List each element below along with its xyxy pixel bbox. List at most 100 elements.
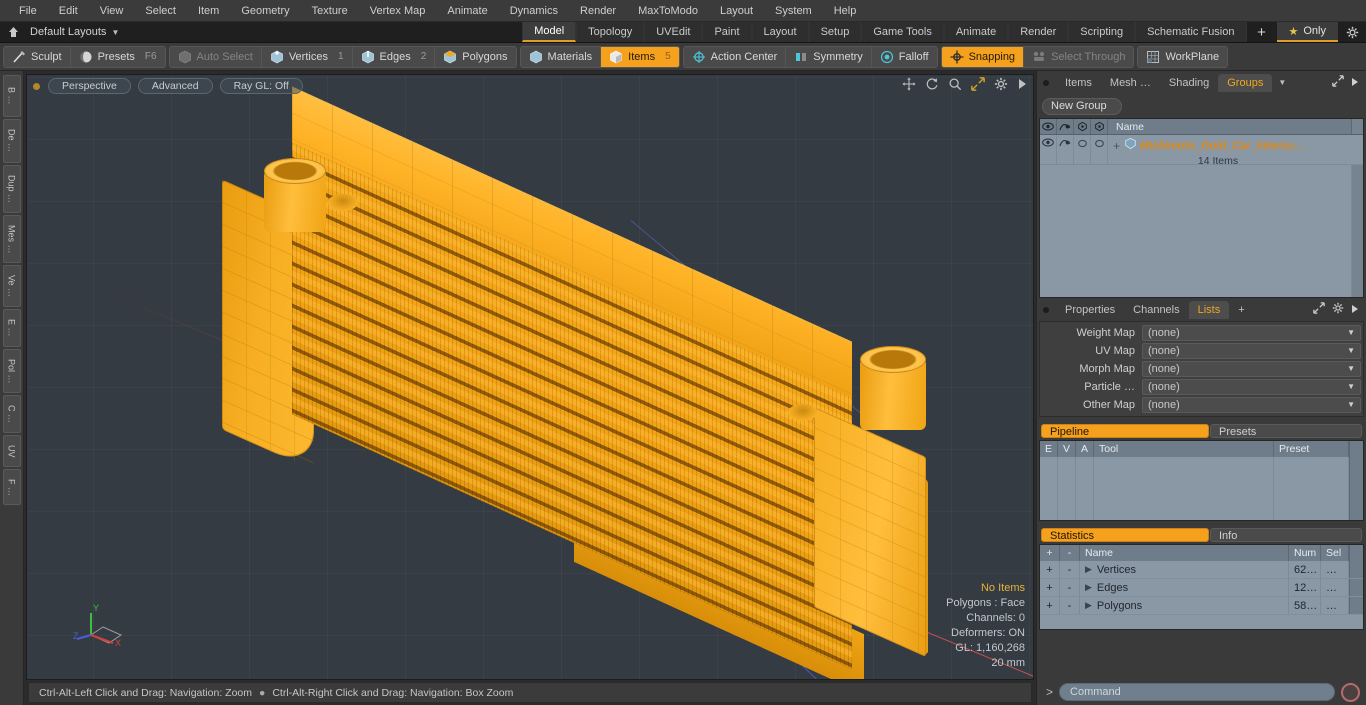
panel-menu-dot[interactable]	[1043, 79, 1049, 86]
menu-item-file[interactable]: File	[8, 0, 48, 22]
groups-tree[interactable]: Name + Mishimoto_Gold_Car_Interco… 14 It…	[1039, 118, 1364, 298]
auto-select-button[interactable]: Auto Select	[169, 46, 262, 67]
record-macro-button[interactable]	[1341, 682, 1360, 702]
mid-panel-menu-dot[interactable]	[1043, 306, 1049, 313]
morph-map-dropdown[interactable]: (none) ▼	[1142, 360, 1361, 377]
tab-info[interactable]: Info	[1210, 528, 1362, 542]
fit-icon[interactable]	[971, 76, 985, 96]
3d-viewport[interactable]: Perspective Advanced Ray GL: Off Y X Z N…	[26, 74, 1034, 680]
expand-toggle-icon[interactable]: +	[1113, 139, 1120, 153]
vtab-deform[interactable]: De …	[2, 119, 21, 163]
only-toggle[interactable]: ★ Only	[1276, 22, 1338, 42]
sculpt-button[interactable]: Sculpt	[4, 46, 71, 67]
workplane-button[interactable]: WorkPlane	[1138, 46, 1228, 67]
disclosure-triangle-icon[interactable]: ▶	[1085, 600, 1092, 611]
command-input[interactable]: Command	[1059, 683, 1335, 701]
menu-item-animate[interactable]: Animate	[436, 0, 498, 22]
select-icon[interactable]	[1091, 119, 1108, 134]
pipeline-empty-body[interactable]	[1040, 457, 1363, 520]
panel-play-icon[interactable]	[1351, 301, 1359, 319]
viewport-perspective-dropdown[interactable]: Perspective	[48, 78, 131, 94]
falloff-button[interactable]: Falloff	[871, 46, 937, 67]
menu-item-layout[interactable]: Layout	[709, 0, 764, 22]
vtab-curve[interactable]: C …	[2, 395, 21, 433]
add-tab-button[interactable]: +	[1246, 22, 1277, 42]
vtab-edge[interactable]: E …	[2, 309, 21, 347]
table-row[interactable]: + - ▶ Polygons 58… …	[1040, 597, 1363, 615]
menu-item-vertex-map[interactable]: Vertex Map	[359, 0, 437, 22]
eye-icon[interactable]	[1040, 119, 1057, 134]
presets-button[interactable]: Presets F6	[70, 46, 165, 67]
home-icon[interactable]	[0, 22, 26, 42]
play-icon[interactable]	[1017, 77, 1027, 95]
stats-row-minus[interactable]: -	[1060, 561, 1080, 578]
groups-tree-scrollbar[interactable]	[1351, 119, 1363, 134]
action-center-button[interactable]: Action Center	[683, 46, 787, 67]
expand-icon[interactable]	[1313, 301, 1325, 319]
menu-item-help[interactable]: Help	[823, 0, 868, 22]
disclosure-triangle-icon[interactable]: ▶	[1085, 582, 1092, 593]
gear-icon[interactable]	[994, 77, 1008, 96]
menu-item-edit[interactable]: Edit	[48, 0, 89, 22]
viewport-raygl-dropdown[interactable]: Ray GL: Off	[219, 78, 303, 94]
statistics-scrollbar[interactable]	[1349, 545, 1363, 561]
pipeline-table[interactable]: E V A Tool Preset	[1039, 440, 1364, 521]
stats-row-plus[interactable]: +	[1040, 597, 1060, 614]
tab-setup[interactable]: Setup	[808, 22, 862, 42]
move-icon[interactable]	[902, 76, 916, 96]
expand-icon[interactable]	[1332, 74, 1344, 92]
tab-groups[interactable]: Groups	[1218, 73, 1273, 92]
new-group-button[interactable]: New Group	[1042, 98, 1122, 115]
symmetry-button[interactable]: Symmetry	[786, 46, 872, 67]
weight-map-dropdown[interactable]: (none) ▼	[1142, 324, 1361, 341]
tab-lists[interactable]: Lists	[1188, 300, 1230, 319]
lock-icon[interactable]	[1074, 119, 1091, 134]
menu-item-view[interactable]: View	[89, 0, 135, 22]
gear-icon[interactable]	[1338, 22, 1366, 42]
tab-items[interactable]: Items	[1056, 74, 1101, 92]
vtab-vertex[interactable]: Ve …	[2, 265, 21, 307]
tab-pipeline[interactable]: Pipeline	[1041, 424, 1209, 438]
menu-item-geometry[interactable]: Geometry	[230, 0, 300, 22]
tab-topology[interactable]: Topology	[576, 22, 645, 42]
select-through-button[interactable]: Select Through	[1024, 46, 1134, 67]
menu-item-system[interactable]: System	[764, 0, 823, 22]
snapping-button[interactable]: Snapping	[941, 46, 1025, 67]
materials-button[interactable]: Materials	[520, 46, 602, 67]
tab-layout[interactable]: Layout	[751, 22, 809, 42]
menu-item-item[interactable]: Item	[187, 0, 230, 22]
row-select-toggle[interactable]	[1091, 135, 1108, 164]
statistics-table[interactable]: + - Name Num Sel + - ▶ Vertices 62… … + …	[1039, 544, 1364, 630]
uv-map-dropdown[interactable]: (none) ▼	[1142, 342, 1361, 359]
vtab-duplicate[interactable]: Dup …	[2, 165, 21, 213]
vtab-polygon[interactable]: Pol …	[2, 349, 21, 393]
stats-row-plus[interactable]: +	[1040, 579, 1060, 596]
tab-statistics[interactable]: Statistics	[1041, 528, 1209, 542]
tab-mesh[interactable]: Mesh …	[1101, 74, 1160, 92]
tab-model[interactable]: Model	[522, 22, 577, 42]
tab-animate[interactable]: Animate	[943, 22, 1009, 42]
stats-row-plus[interactable]: +	[1040, 561, 1060, 578]
polygons-button[interactable]: Polygons	[435, 46, 516, 67]
particle-dropdown[interactable]: (none) ▼	[1142, 378, 1361, 395]
stats-row-minus[interactable]: -	[1060, 579, 1080, 596]
vertices-button[interactable]: Vertices 1	[261, 46, 353, 67]
tab-paint[interactable]: Paint	[702, 22, 752, 42]
row-lock-toggle[interactable]	[1074, 135, 1091, 164]
axis-gizmo[interactable]: Y X Z	[73, 595, 137, 659]
vtab-mesh-edit[interactable]: Mes …	[2, 215, 21, 263]
other-map-dropdown[interactable]: (none) ▼	[1142, 396, 1361, 413]
menu-item-select[interactable]: Select	[134, 0, 187, 22]
tab-properties[interactable]: Properties	[1056, 301, 1124, 319]
tab-game-tools[interactable]: Game Tools	[861, 22, 944, 42]
tab-schematic-fusion[interactable]: Schematic Fusion	[1135, 22, 1247, 42]
menu-item-maxtomodo[interactable]: MaxToModo	[627, 0, 709, 22]
zoom-icon[interactable]	[948, 77, 962, 96]
vtab-basic[interactable]: B …	[2, 75, 21, 117]
groups-tree-vertical-scrollbar[interactable]	[1351, 165, 1363, 297]
tab-shading[interactable]: Shading	[1160, 74, 1218, 92]
tab-add[interactable]: +	[1229, 301, 1253, 319]
intercooler-model[interactable]	[222, 86, 982, 679]
viewport-menu-dot[interactable]	[33, 82, 40, 90]
statistics-empty-body[interactable]	[1040, 615, 1363, 629]
